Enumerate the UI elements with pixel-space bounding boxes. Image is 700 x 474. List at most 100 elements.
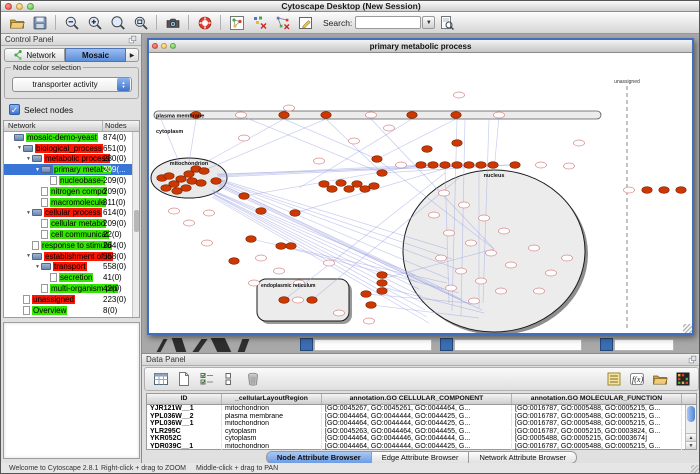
attribute-list-button[interactable] [603, 370, 624, 389]
network-node[interactable] [202, 240, 213, 246]
tree-row[interactable]: ▼transport558(0) [4, 262, 139, 273]
network-node-selected[interactable] [440, 162, 450, 169]
network-node[interactable] [293, 297, 304, 303]
attribute-table-button[interactable] [150, 370, 171, 389]
tab-overflow-button[interactable]: ▶ [126, 48, 139, 62]
tree-row[interactable]: response to stimulu264(0) [4, 240, 139, 251]
expand-arrow-icon[interactable]: ▼ [25, 210, 32, 216]
network-node[interactable] [574, 140, 585, 146]
search-input[interactable] [355, 16, 421, 29]
expand-arrow-icon[interactable]: ▼ [25, 156, 32, 162]
advanced-search-button[interactable] [437, 13, 456, 32]
tree-row[interactable]: mosaic-demo-yeast874(0) [4, 132, 139, 143]
tree-row[interactable]: secretion41(0) [4, 272, 139, 283]
network-node-selected[interactable] [361, 291, 371, 298]
network-node-selected[interactable] [488, 162, 498, 169]
network-canvas[interactable]: plasma membrane cytoplasm mitochondrion … [149, 53, 692, 333]
network-node[interactable] [486, 250, 497, 256]
hide-selected-edges-button[interactable] [272, 13, 293, 32]
network-node-selected[interactable] [676, 187, 686, 194]
network-node-selected[interactable] [290, 210, 300, 217]
tree-row[interactable]: ▼cellular process614(0) [4, 208, 139, 219]
tree-row[interactable]: macromolecule311(0) [4, 197, 139, 208]
annotation-tool-button[interactable] [295, 13, 316, 32]
network-node-selected[interactable] [229, 258, 239, 265]
network-node-selected[interactable] [377, 288, 387, 295]
network-node[interactable] [439, 190, 450, 196]
table-column-header[interactable]: ID [147, 394, 222, 404]
network-node-selected[interactable] [172, 188, 182, 195]
network-node-selected[interactable] [199, 168, 209, 175]
network-node-selected[interactable] [319, 181, 329, 188]
network-node-selected[interactable] [327, 186, 337, 193]
table-row[interactable]: YPL036W__2plasma membrane[GO:0044464, GO… [147, 413, 696, 421]
network-node-selected[interactable] [196, 180, 206, 187]
network-node[interactable] [496, 288, 507, 294]
zoom-selected-button[interactable] [107, 13, 128, 32]
network-node-selected[interactable] [377, 272, 387, 279]
zoom-in-button[interactable] [84, 13, 105, 32]
select-attributes-button[interactable] [196, 370, 217, 389]
network-node[interactable] [444, 230, 455, 236]
expand-arrow-icon[interactable]: ▼ [25, 253, 32, 259]
network-node[interactable] [469, 298, 480, 304]
scroll-up-icon[interactable]: ▲ [686, 433, 696, 441]
snapshot-camera-button[interactable] [162, 13, 183, 32]
network-node[interactable] [236, 112, 247, 118]
network-node[interactable] [446, 285, 457, 291]
network-node-selected[interactable] [377, 280, 387, 287]
table-column-header[interactable]: annotation.GO CELLULAR_COMPONENT [322, 394, 512, 404]
network-node-selected[interactable] [377, 170, 387, 177]
zoom-out-button[interactable] [61, 13, 82, 32]
network-node[interactable] [494, 112, 505, 118]
tree-row[interactable]: cellular metabo209(0) [4, 218, 139, 229]
network-node-selected[interactable] [452, 140, 462, 147]
network-node-selected[interactable] [428, 162, 438, 169]
expand-arrow-icon[interactable]: ▼ [34, 167, 41, 173]
scroll-down-icon[interactable]: ▼ [686, 441, 696, 449]
new-attribute-button[interactable] [173, 370, 194, 389]
network-node-selected[interactable] [276, 243, 286, 250]
network-node-selected[interactable] [464, 162, 474, 169]
network-node[interactable] [396, 162, 407, 168]
birdseye-view[interactable] [3, 322, 140, 459]
network-node-selected[interactable] [307, 297, 317, 304]
hide-selected-nodes-button[interactable] [249, 13, 270, 32]
table-row[interactable]: YPL036W__1mitochondrion[GO:0044464, GO:0… [147, 420, 696, 428]
network-node[interactable] [384, 125, 395, 131]
network-node[interactable] [249, 280, 260, 286]
network-node-selected[interactable] [366, 302, 376, 309]
network-node-selected[interactable] [211, 178, 221, 185]
network-view-titlebar[interactable]: primary metabolic process [149, 40, 692, 53]
network-node[interactable] [349, 138, 360, 144]
network-node[interactable] [456, 268, 467, 274]
tree-row[interactable]: cell communicat22(0) [4, 229, 139, 240]
expand-arrow-icon[interactable]: ▼ [34, 264, 41, 270]
network-node-selected[interactable] [476, 162, 486, 169]
network-node[interactable] [429, 212, 440, 218]
network-node-selected[interactable] [452, 162, 462, 169]
table-row[interactable]: YDR039C__1mitochondrion[GO:0044464, GO:0… [147, 443, 696, 451]
network-node[interactable] [479, 215, 490, 221]
advanced-search-button[interactable] [436, 13, 457, 32]
tree-row[interactable]: ▼biological_process651(0) [4, 143, 139, 154]
network-node[interactable] [436, 255, 447, 261]
table-scrollbar[interactable]: ▲ ▼ [685, 405, 696, 449]
network-node-selected[interactable] [256, 208, 266, 215]
network-node-selected[interactable] [246, 236, 256, 243]
tree-column-nodes[interactable]: Nodes [103, 121, 139, 131]
zoom-fit-button[interactable] [130, 13, 151, 32]
network-node-selected[interactable] [164, 173, 174, 180]
import-attributes-button[interactable] [649, 370, 670, 389]
network-node-selected[interactable] [372, 156, 382, 163]
network-node[interactable] [284, 105, 295, 111]
network-node[interactable] [204, 210, 215, 216]
network-node-selected[interactable] [239, 193, 249, 200]
network-node-selected[interactable] [659, 187, 669, 194]
network-node[interactable] [364, 318, 375, 324]
network-node[interactable] [534, 288, 545, 294]
tree-row[interactable]: unassigned223(0) [4, 294, 139, 305]
network-node-selected[interactable] [369, 183, 379, 190]
delete-attribute-button[interactable] [242, 370, 263, 389]
tab-network[interactable]: Network [4, 48, 65, 62]
